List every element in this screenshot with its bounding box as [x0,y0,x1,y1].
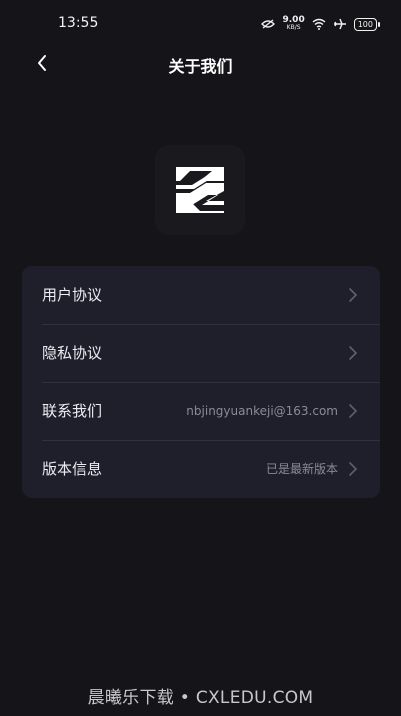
network-speed: 9.00 KB/S [283,16,305,32]
chevron-right-icon [349,346,358,360]
app-logo-icon [176,167,224,213]
status-time: 13:55 [58,15,99,31]
watermark: 晨曦乐下载 • CXLEDU.COM [87,688,314,708]
settings-menu: 用户协议 隐私协议 联系我们 nbjingyuankeji@163.com 版本… [22,266,380,498]
contact-us-row[interactable]: 联系我们 nbjingyuankeji@163.com [22,382,380,440]
contact-us-label: 联系我们 [42,402,103,420]
status-bar: 13:55 9.00 KB/S 100 [0,0,401,48]
user-agreement-label: 用户协议 [42,286,103,304]
status-icons: 9.00 KB/S 100 [260,15,381,34]
version-status: 已是最新版本 [265,462,338,476]
version-info-label: 版本信息 [42,460,103,478]
app-logo [155,145,245,235]
chevron-right-icon [349,288,358,302]
privacy-agreement-row[interactable]: 隐私协议 [22,324,380,382]
version-info-row[interactable]: 版本信息 已是最新版本 [22,440,380,498]
page-title: 关于我们 [168,57,233,76]
battery-icon: 100 [353,17,381,31]
mute-icon [260,15,276,34]
wifi-icon [312,15,326,34]
contact-email: nbjingyuankeji@163.com [186,404,338,418]
chevron-right-icon [349,462,358,476]
airplane-icon [333,15,347,34]
user-agreement-row[interactable]: 用户协议 [22,266,380,324]
network-speed-unit: KB/S [286,24,301,31]
privacy-agreement-label: 隐私协议 [42,344,103,362]
nav-bar: 关于我们 [0,44,401,84]
chevron-right-icon [349,404,358,418]
network-speed-value: 9.00 [282,15,305,25]
